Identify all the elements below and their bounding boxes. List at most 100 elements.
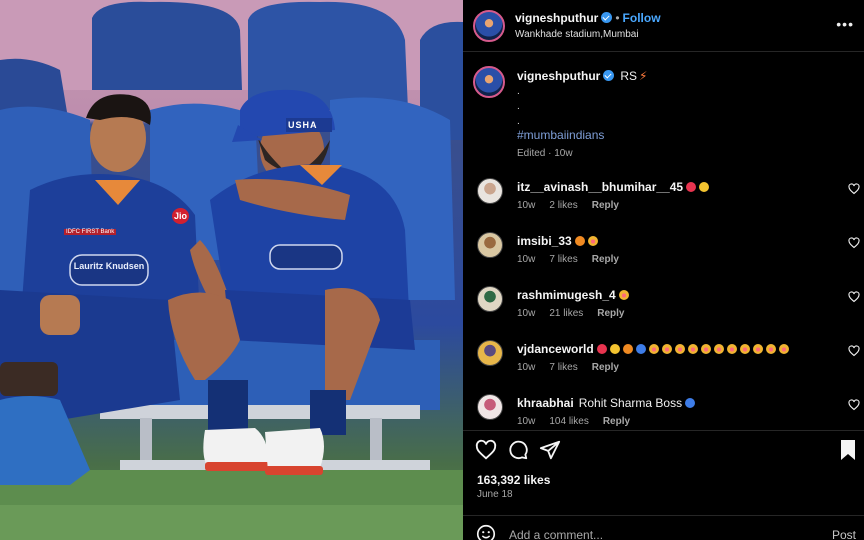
comment-text: Rohit Sharma Boss (578, 396, 683, 410)
post-side-panel: vigneshputhur • Follow Wankhade stadium,Mu… (463, 0, 864, 540)
comment-line: imsibi_33 (517, 234, 598, 248)
emoji-icon (596, 344, 607, 354)
caption-edited-time: Edited · 10w (517, 148, 573, 159)
comment-meta: 10w 104 likes Reply (517, 416, 644, 427)
comment-like-heart-icon[interactable] (848, 345, 860, 357)
photo-illustration (0, 0, 463, 540)
cap-logo-text: USHA (288, 120, 318, 130)
comment-icon[interactable] (507, 439, 529, 461)
emoji-icon (752, 344, 763, 354)
lightning-emoji-icon: ⚡ (639, 69, 648, 83)
add-comment-input[interactable]: Add a comment... (509, 528, 603, 540)
comment-like-heart-icon[interactable] (848, 237, 860, 249)
add-comment-bar: Add a comment... Post (463, 515, 864, 540)
comment-reply-button[interactable]: Reply (597, 308, 624, 319)
heart-icon[interactable] (475, 439, 497, 461)
jersey-bank-text: IDFC FIRST Bank (64, 229, 117, 235)
emoji-icon (635, 344, 646, 354)
emoji-icon (778, 344, 789, 354)
caption-dot-line: . (517, 101, 520, 112)
comment-row: rashmimugesh_4 10w 21 likes Reply (463, 286, 864, 336)
likes-count[interactable]: 163,392 likes (477, 473, 550, 487)
comment-like-heart-icon[interactable] (848, 291, 860, 303)
emoji-icon (739, 344, 750, 354)
comment-avatar[interactable] (477, 286, 503, 312)
emoji-icon (674, 344, 685, 354)
jersey-jio-text: Jio (172, 208, 190, 224)
emoji-icon (699, 182, 710, 192)
emoji-icon (686, 182, 697, 192)
comment-age: 10w (517, 362, 536, 373)
comment-avatar[interactable] (477, 178, 503, 204)
caption-author-username[interactable]: vigneshputhur (517, 69, 600, 83)
share-icon[interactable] (539, 439, 561, 461)
bookmark-icon[interactable] (839, 439, 857, 461)
comment-reply-button[interactable]: Reply (603, 416, 630, 427)
comment-line: rashmimugesh_4 (517, 288, 629, 302)
comment-username[interactable]: vjdanceworld (517, 342, 594, 356)
emoji-icon (726, 344, 737, 354)
emoji-icon (587, 236, 598, 246)
emoji-icon[interactable] (475, 523, 497, 540)
emoji-icon (622, 344, 633, 354)
emoji-icon (687, 344, 698, 354)
caption-author-avatar[interactable] (473, 66, 505, 98)
jersey-sponsor-text: Lauritz Knudsen (73, 261, 145, 271)
comment-username[interactable]: khraabhai (517, 396, 574, 410)
comment-line: vjdanceworld (517, 342, 789, 356)
emoji-icon (685, 398, 696, 408)
comment-username[interactable]: itz__avinash__bhumihar__45 (517, 180, 683, 194)
comment-likes[interactable]: 7 likes (549, 254, 577, 265)
comment-line: itz__avinash__bhumihar__45 (517, 180, 710, 194)
caption-dot-line: . (517, 86, 520, 97)
more-options-icon[interactable]: ••• (836, 16, 854, 32)
emoji-icon (765, 344, 776, 354)
verified-badge-icon (601, 12, 613, 23)
comment-likes[interactable]: 7 likes (549, 362, 577, 373)
comment-meta: 10w 7 likes Reply (517, 254, 633, 265)
emoji-icon (648, 344, 659, 354)
comment-age: 10w (517, 254, 536, 265)
comment-like-heart-icon[interactable] (848, 183, 860, 195)
comment-meta: 10w 7 likes Reply (517, 362, 633, 373)
post-caption: vigneshputhur RS ⚡ . . . #mumbaiindians Ed… (463, 62, 864, 162)
post-header: vigneshputhur • Follow Wankhade stadium,Mu… (463, 0, 864, 52)
emoji-icon (700, 344, 711, 354)
emoji-icon (609, 344, 620, 354)
comment-age: 10w (517, 416, 536, 427)
post-photo[interactable]: Lauritz Knudsen IDFC FIRST Bank Jio USHA (0, 0, 463, 540)
comment-row: itz__avinash__bhumihar__45 10w 2 likes Repl… (463, 178, 864, 228)
comment-reply-button[interactable]: Reply (592, 254, 619, 265)
comment-likes[interactable]: 21 likes (549, 308, 583, 319)
comment-username[interactable]: imsibi_33 (517, 234, 572, 248)
comment-meta: 10w 21 likes Reply (517, 308, 639, 319)
comment-reply-button[interactable]: Reply (592, 362, 619, 373)
post-actions: 163,392 likes June 18 Add a comment... P… (463, 430, 864, 540)
comment-meta: 10w 2 likes Reply (517, 200, 633, 211)
emoji-icon (713, 344, 724, 354)
comment-row: imsibi_33 10w 7 likes Reply (463, 232, 864, 282)
emoji-icon (618, 290, 629, 300)
comment-avatar[interactable] (477, 232, 503, 258)
comment-avatar[interactable] (477, 340, 503, 366)
caption-dots: . . . (517, 84, 520, 129)
author-username[interactable]: vigneshputhur (515, 11, 598, 25)
comment-username[interactable]: rashmimugesh_4 (517, 288, 616, 302)
comment-age: 10w (517, 308, 536, 319)
emoji-icon (574, 236, 585, 246)
follow-button[interactable]: Follow (623, 11, 661, 25)
caption-dot-line: . (517, 116, 520, 127)
comment-likes[interactable]: 2 likes (549, 200, 577, 211)
comment-likes[interactable]: 104 likes (549, 416, 588, 427)
post-location[interactable]: Wankhade stadium,Mumbai (515, 29, 639, 40)
comment-avatar[interactable] (477, 394, 503, 420)
separator-dot: • (615, 11, 620, 25)
comment-line: khraabhai Rohit Sharma Boss (517, 396, 696, 410)
comment-reply-button[interactable]: Reply (592, 200, 619, 211)
comment-like-heart-icon[interactable] (848, 399, 860, 411)
post-date: June 18 (477, 489, 513, 500)
caption-hashtag[interactable]: #mumbaiindians (517, 128, 604, 142)
post-comment-button[interactable]: Post (832, 528, 856, 540)
author-avatar[interactable] (473, 10, 505, 42)
comment-row: vjdanceworld 10w 7 likes Reply (463, 340, 864, 390)
